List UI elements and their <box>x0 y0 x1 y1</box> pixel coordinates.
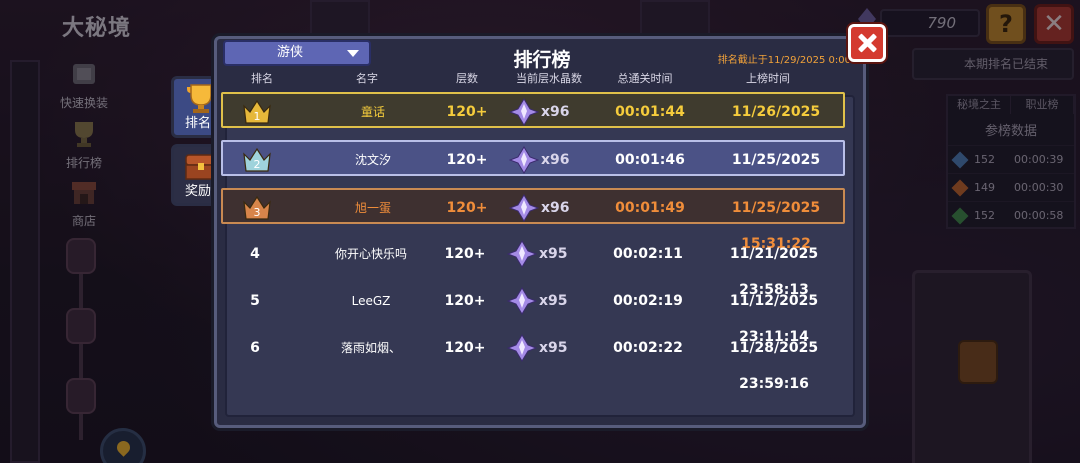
rank-number: 1 <box>254 110 261 123</box>
total-time: 00:01:44 <box>615 104 685 120</box>
listed-time: 11/25/2025 21:20:29 <box>731 152 821 204</box>
listed-time: 11/12/2025 23:11:14 <box>729 293 819 345</box>
total-time: 00:01:49 <box>615 200 685 216</box>
bronze-crown-icon: 3 <box>243 195 271 220</box>
crystal-icon <box>507 287 537 315</box>
listed-time: 11/25/2025 15:31:22 <box>731 200 821 252</box>
table-row[interactable]: 4 你开心快乐吗 120+ x95 00:02:11 11/21/2025 23:58:1… <box>221 236 845 298</box>
crystal-count: x96 <box>541 200 570 216</box>
column-header-name: 名字 <box>356 72 378 85</box>
table-row[interactable]: 5 LeeGZ 120+ x95 00:02:19 11/12/2025 23:11:14 <box>221 283 845 345</box>
player-name: 沈文汐 <box>354 153 391 167</box>
crystal-icon <box>507 334 537 362</box>
crystal-count: x96 <box>541 104 570 120</box>
crystal-count: x95 <box>539 246 568 262</box>
floor-value: 120+ <box>444 340 486 356</box>
total-time: 00:02:11 <box>613 246 683 262</box>
silver-crown-icon: 2 <box>243 147 271 172</box>
table-row[interactable]: 3 旭一蛋 120+ x96 00:01:49 11/25/2025 15:31:22 <box>221 188 845 252</box>
player-name: 落雨如烟、 <box>340 341 401 355</box>
player-name: LeeGZ <box>351 294 391 308</box>
leaderboard-dialog: 排行榜 游侠 排名截止于11/29/2025 0:00 排名 名字 层数 当前层… <box>214 36 866 428</box>
floor-value: 120+ <box>446 152 488 168</box>
crystal-count: x95 <box>539 293 568 309</box>
close-dialog-button[interactable] <box>848 24 886 62</box>
floor-value: 120+ <box>444 293 486 309</box>
player-name: 你开心快乐吗 <box>334 247 407 261</box>
player-name: 童话 <box>360 105 385 119</box>
rank-number: 5 <box>250 293 260 309</box>
crystal-icon <box>507 240 537 268</box>
floor-value: 120+ <box>446 200 488 216</box>
table-row[interactable]: 1 童话 120+ x96 00:01:44 11/26/2025 19:20:24 <box>221 92 845 156</box>
listed-time: 11/21/2025 23:58:13 <box>729 246 819 298</box>
player-name: 旭一蛋 <box>354 201 391 215</box>
class-filter-value: 游侠 <box>277 45 304 60</box>
crystal-icon <box>509 98 539 126</box>
crystal-count: x96 <box>541 152 570 168</box>
column-header-floor: 层数 <box>456 72 478 85</box>
rank-number: 2 <box>254 158 261 171</box>
rank-number: 3 <box>254 206 261 219</box>
crystal-icon <box>509 146 539 174</box>
total-time: 00:02:22 <box>613 340 683 356</box>
crystal-count: x95 <box>539 340 568 356</box>
cutoff-note: 排名截止于11/29/2025 0:00 <box>717 55 851 66</box>
column-header-crystals: 当前层水晶数 <box>516 72 582 85</box>
rank-number: 4 <box>250 246 260 262</box>
rank-number: 6 <box>250 340 260 356</box>
table-row[interactable]: 2 沈文汐 120+ x96 00:01:46 11/25/2025 21:20:29 <box>221 140 845 204</box>
listed-time: 11/28/2025 23:59:16 <box>729 340 819 392</box>
column-header-listed-at: 上榜时间 <box>746 72 790 85</box>
chevron-down-icon <box>347 50 359 57</box>
total-time: 00:01:46 <box>615 152 685 168</box>
table-row[interactable]: 6 落雨如烟、 120+ x95 00:02:22 11/28/2025 23:59:16 <box>221 330 845 392</box>
column-header-rank: 排名 <box>251 72 273 85</box>
floor-value: 120+ <box>444 246 486 262</box>
class-filter-dropdown[interactable]: 游侠 <box>223 40 371 66</box>
gold-crown-icon: 1 <box>243 99 271 124</box>
crystal-icon <box>509 194 539 222</box>
column-header-total-time: 总通关时间 <box>617 72 673 85</box>
listed-time: 11/26/2025 19:20:24 <box>731 104 821 156</box>
floor-value: 120+ <box>446 104 488 120</box>
table-header: 排名 名字 层数 当前层水晶数 总通关时间 上榜时间 <box>217 67 849 89</box>
total-time: 00:02:19 <box>613 293 683 309</box>
